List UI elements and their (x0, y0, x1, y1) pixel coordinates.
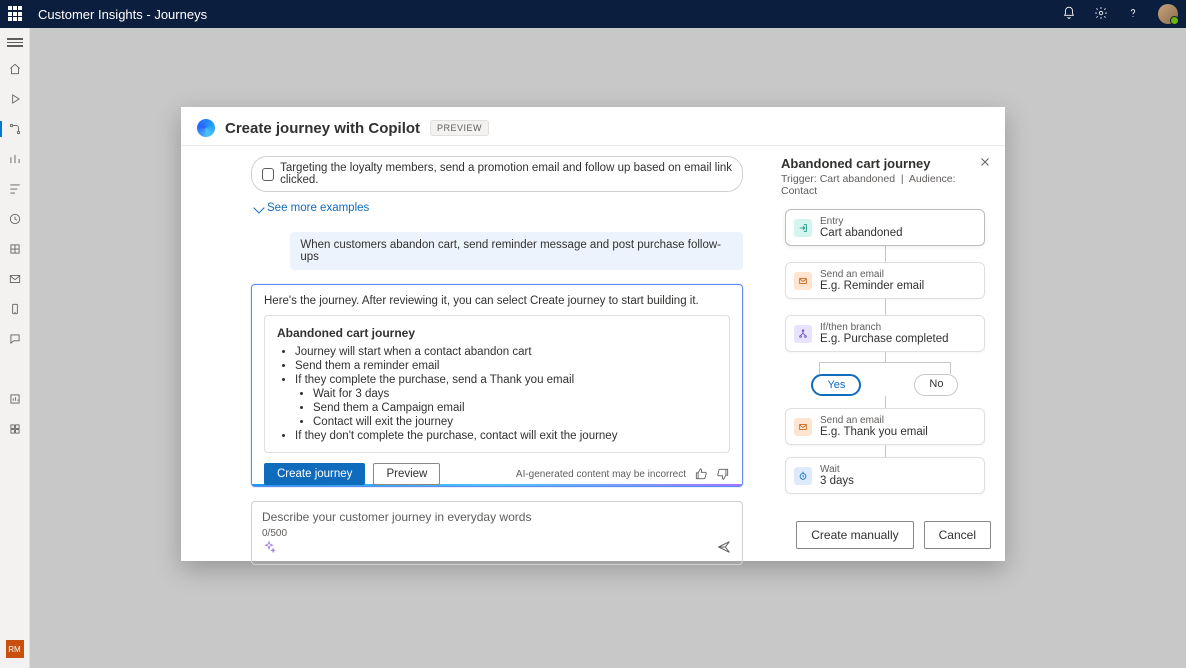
persona-badge: RM (6, 640, 24, 658)
step-label: Entry (820, 216, 976, 227)
top-bar: Customer Insights - Journeys (0, 0, 1186, 28)
branch-options: Yes No (785, 374, 985, 396)
nav-analytics[interactable] (0, 150, 30, 168)
step-value: E.g. Thank you email (820, 426, 976, 438)
step-label: Send an email (820, 269, 976, 280)
preview-button[interactable]: Preview (373, 463, 440, 485)
plan-title: Abandoned cart journey (277, 326, 717, 340)
step-email-reminder[interactable]: Send an email E.g. Reminder email (785, 262, 985, 299)
dialog-title: Create journey with Copilot (225, 120, 420, 137)
email-icon (794, 418, 812, 436)
plan-substep: Contact will exit the journey (313, 416, 717, 428)
nav-settings[interactable] (0, 420, 30, 438)
cancel-button[interactable]: Cancel (924, 521, 991, 549)
copilot-logo-icon (197, 119, 215, 137)
email-icon (794, 272, 812, 290)
step-value: Cart abandoned (820, 227, 976, 239)
dialog-right-panel: Abandoned cart journey Trigger: Cart aba… (765, 146, 1005, 511)
nav-assets[interactable] (0, 240, 30, 258)
nav-recent[interactable] (0, 90, 30, 108)
see-more-examples-link[interactable]: See more examples (255, 202, 743, 214)
nav-triggers[interactable] (0, 180, 30, 198)
preview-badge: PREVIEW (430, 120, 489, 136)
step-label: Send an email (820, 415, 976, 426)
copilot-response-card: Here's the journey. After reviewing it, … (251, 284, 743, 487)
copilot-dialog: Create journey with Copilot PREVIEW Targ… (181, 107, 1005, 561)
plan-substep: Wait for 3 days (313, 388, 717, 400)
plan-substep: Send them a Campaign email (313, 402, 717, 414)
create-journey-button[interactable]: Create journey (264, 463, 365, 485)
nav-history[interactable] (0, 210, 30, 228)
plan-step: If they don't complete the purchase, con… (295, 430, 717, 442)
preview-subtitle: Trigger: Cart abandoned | Audience: Cont… (781, 173, 989, 197)
branch-icon (794, 325, 812, 343)
thumbs-up-icon[interactable] (694, 467, 708, 481)
nav-reports[interactable] (0, 390, 30, 408)
user-avatar[interactable] (1158, 4, 1178, 24)
gear-icon[interactable] (1094, 6, 1108, 23)
plan-step: If they complete the purchase, send a Th… (295, 374, 717, 428)
response-actions: Create journey Preview AI-generated cont… (264, 463, 730, 485)
user-message: When customers abandon cart, send remind… (290, 232, 743, 270)
response-intro: Here's the journey. After reviewing it, … (264, 295, 730, 307)
step-value: E.g. Purchase completed (820, 333, 976, 345)
bell-icon[interactable] (1062, 6, 1076, 23)
step-value: E.g. Reminder email (820, 280, 976, 292)
dialog-footer: Create manually Cancel (181, 511, 1005, 561)
chevron-down-icon (253, 202, 264, 213)
see-more-label: See more examples (267, 202, 369, 214)
ai-disclaimer: AI-generated content may be incorrect (516, 469, 686, 480)
nav-home[interactable] (0, 60, 30, 78)
step-email-thankyou[interactable]: Send an email E.g. Thank you email (785, 408, 985, 445)
step-label: If/then branch (820, 322, 976, 333)
journey-plan: Abandoned cart journey Journey will star… (264, 315, 730, 453)
plan-step: Send them a reminder email (295, 360, 717, 372)
suggestion-text: Targeting the loyalty members, send a pr… (280, 162, 732, 186)
suggestion-chip[interactable]: Targeting the loyalty members, send a pr… (251, 156, 743, 192)
close-icon[interactable] (979, 156, 991, 171)
nav-mobile[interactable] (0, 300, 30, 318)
persona-switcher[interactable]: RM (6, 640, 24, 658)
step-label: Wait (820, 464, 976, 475)
step-branch[interactable]: If/then branch E.g. Purchase completed (785, 315, 985, 352)
nav-journeys[interactable] (0, 120, 30, 138)
branch-yes[interactable]: Yes (811, 374, 861, 396)
dialog-left-panel: Targeting the loyalty members, send a pr… (181, 146, 765, 511)
nav-email[interactable] (0, 270, 30, 288)
step-entry[interactable]: Entry Cart abandoned (785, 209, 985, 246)
wait-icon (794, 467, 812, 485)
entry-icon (794, 219, 812, 237)
step-wait[interactable]: Wait 3 days (785, 457, 985, 494)
thumbs-down-icon[interactable] (716, 467, 730, 481)
help-icon[interactable] (1126, 6, 1140, 23)
app-launcher-icon[interactable] (8, 6, 24, 22)
app-title: Customer Insights - Journeys (38, 7, 207, 22)
left-rail: RM (0, 28, 30, 668)
create-manually-button[interactable]: Create manually (796, 521, 913, 549)
plan-step: Journey will start when a contact abando… (295, 346, 717, 358)
journey-flow: Entry Cart abandoned Send an email E.g. … (781, 209, 989, 494)
target-icon (262, 168, 274, 181)
dialog-header: Create journey with Copilot PREVIEW (181, 107, 1005, 145)
step-value: 3 days (820, 475, 976, 487)
nav-chat[interactable] (0, 330, 30, 348)
hamburger-icon[interactable] (7, 36, 23, 48)
preview-title: Abandoned cart journey (781, 156, 989, 171)
plan-steps: Journey will start when a contact abando… (277, 346, 717, 442)
branch-no[interactable]: No (914, 374, 958, 396)
